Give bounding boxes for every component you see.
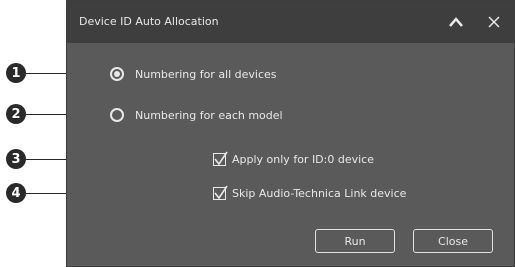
checkbox-skip-link-label[interactable]: Skip Audio-Technica Link device [232,187,406,200]
callout-number-3: 3 [11,151,21,167]
callout-number-1: 1 [11,65,21,81]
callout-badge-3: 3 [6,149,26,169]
checkmark-icon [214,185,228,200]
close-button[interactable]: Close [413,229,493,253]
checkbox-apply-id0-label[interactable]: Apply only for ID:0 device [232,153,374,166]
run-button[interactable]: Run [315,229,395,253]
callout-badge-1: 1 [6,63,26,83]
callout-number-4: 4 [11,185,21,201]
dialog-titlebar: Device ID Auto Allocation [67,1,514,43]
close-title-button[interactable] [484,12,504,32]
chevron-up-icon [449,17,463,27]
callout-badge-4: 4 [6,183,26,203]
callout-badge-2: 2 [6,104,26,124]
radio-numbering-all[interactable] [110,67,124,81]
page: 1 2 3 4 Device ID Auto Allocation Number… [0,0,515,267]
radio-selected-dot [114,71,120,77]
callout-number-2: 2 [11,106,21,122]
device-id-dialog: Device ID Auto Allocation Numbering for … [66,0,515,267]
close-icon [488,16,500,28]
checkbox-skip-link[interactable] [213,185,228,200]
radio-numbering-all-label[interactable]: Numbering for all devices [135,68,277,81]
radio-numbering-each[interactable] [110,108,124,122]
dialog-title: Device ID Auto Allocation [79,15,219,28]
checkmark-icon [214,151,228,166]
radio-numbering-each-label[interactable]: Numbering for each model [135,109,283,122]
collapse-button[interactable] [446,12,466,32]
checkbox-apply-id0[interactable] [213,151,228,166]
